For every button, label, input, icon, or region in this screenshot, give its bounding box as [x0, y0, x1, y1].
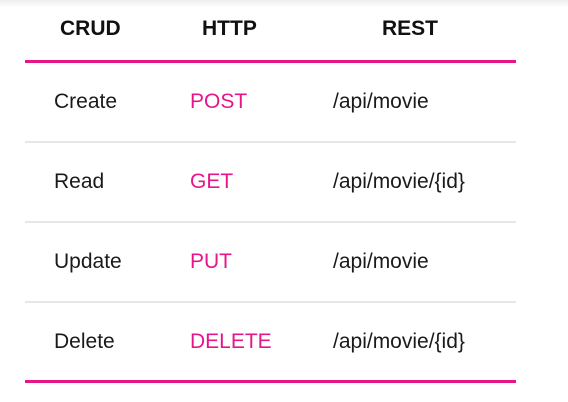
table-row: Create POST /api/movie	[25, 63, 516, 143]
crud-operation: Delete	[54, 329, 115, 353]
header-crud: CRUD	[60, 17, 121, 40]
http-method: POST	[190, 90, 248, 113]
table-header: CRUD HTTP REST	[25, 0, 516, 63]
http-method: GET	[190, 170, 234, 193]
rest-endpoint: /api/movie	[333, 250, 429, 273]
header-rest: REST	[382, 17, 439, 40]
rest-endpoint: /api/movie/{id}	[333, 329, 465, 353]
table-row: Read GET /api/movie/{id}	[25, 143, 516, 223]
table-row: Update PUT /api/movie	[25, 223, 516, 303]
header-http: HTTP	[202, 17, 257, 40]
http-method: PUT	[190, 250, 232, 273]
table-body: Create POST /api/movie Read GET /api/mov…	[25, 63, 516, 383]
crud-operation: Read	[54, 170, 105, 193]
rest-endpoint: /api/movie	[333, 90, 429, 113]
table-row: Delete DELETE /api/movie/{id}	[25, 303, 516, 383]
crud-http-rest-table: CRUD HTTP REST Create POST /api/movie Re…	[25, 0, 516, 383]
http-method: DELETE	[190, 329, 272, 353]
rest-endpoint: /api/movie/{id}	[333, 170, 465, 193]
crud-operation: Update	[54, 250, 122, 273]
crud-operation: Create	[54, 90, 118, 113]
